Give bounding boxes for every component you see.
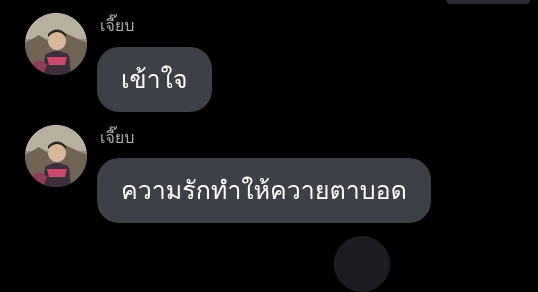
sender-avatar[interactable]: [25, 13, 87, 75]
sender-name: เจี๊ยบ: [100, 16, 135, 35]
partial-avatar: [334, 236, 390, 292]
avatar-photo-icon: [25, 13, 87, 75]
message-bubble[interactable]: เข้าใจ: [97, 47, 212, 112]
top-edge-element: [446, 0, 530, 4]
avatar-photo-icon: [25, 125, 87, 187]
message-bubble[interactable]: ความรักทำให้ควายตาบอด: [97, 158, 431, 223]
sender-avatar[interactable]: [25, 125, 87, 187]
sender-name: เจี๊ยบ: [100, 128, 135, 147]
